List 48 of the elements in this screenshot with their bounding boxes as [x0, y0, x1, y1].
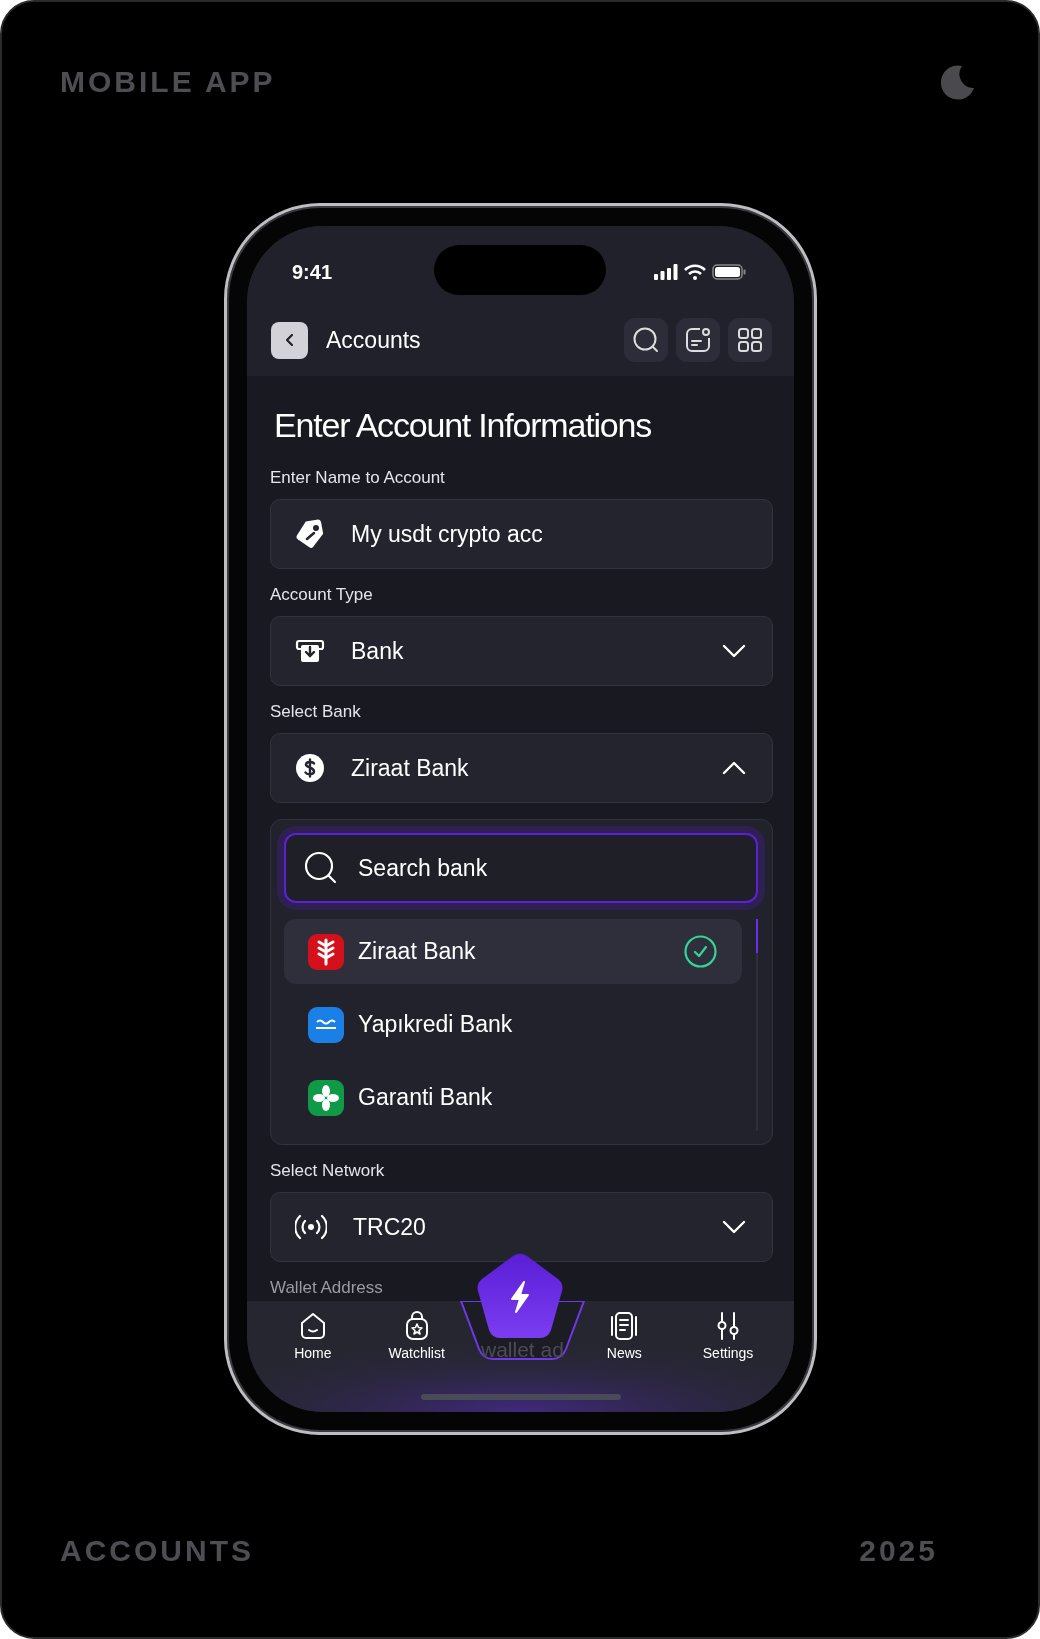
back-button[interactable]: [271, 321, 308, 359]
page-title: Accounts: [326, 326, 421, 354]
note-icon: [684, 326, 712, 354]
dollar-icon: [295, 753, 325, 783]
action-button[interactable]: [475, 1252, 565, 1338]
notes-button[interactable]: [676, 318, 720, 362]
field-value: Ziraat Bank: [351, 754, 469, 782]
tab-item[interactable]: Settings: [676, 1311, 780, 1361]
tab-item[interactable]: Watchlist: [364, 1311, 469, 1361]
select-field[interactable]: Ziraat Bank: [270, 733, 773, 803]
bank-option[interactable]: Yapıkredi Bank: [284, 992, 742, 1057]
tab-item[interactable]: Home: [261, 1311, 365, 1361]
field-label: Wallet Address: [270, 1277, 384, 1299]
select-field[interactable]: Bank: [270, 616, 773, 686]
search-icon: [304, 851, 338, 885]
form-title: Enter Account Informations: [274, 405, 653, 446]
search-icon: [632, 326, 660, 354]
battery-icon: [712, 264, 746, 280]
select-field[interactable]: TRC20: [270, 1192, 773, 1262]
newspaper-icon: [609, 1311, 640, 1341]
search-field[interactable]: Search bank: [284, 833, 758, 903]
input-field[interactable]: My usdt crypto acc: [270, 499, 773, 569]
grid-icon: [736, 326, 764, 354]
field-label: Select Bank: [270, 701, 362, 723]
tab-item[interactable]: News: [572, 1311, 677, 1361]
field-label: Select Network: [270, 1160, 386, 1182]
frame-footer: ACCOUNTS: [60, 1533, 254, 1569]
check-circle-icon: [684, 935, 717, 968]
status-time: 9:41: [292, 260, 333, 284]
chevron-down-icon: [722, 644, 746, 658]
bank-option[interactable]: Garanti Bank: [284, 1065, 742, 1130]
broadcast-icon: [295, 1212, 327, 1242]
bank-option[interactable]: Ziraat Bank: [284, 919, 742, 984]
chevron-up-icon: [722, 761, 746, 775]
field-value: My usdt crypto acc: [351, 520, 543, 548]
field-label: Account Type: [270, 584, 374, 606]
grid-button[interactable]: [728, 318, 772, 362]
frame-heading: MOBILE APP: [60, 64, 276, 100]
search-button[interactable]: [624, 318, 668, 362]
field-value: TRC20: [353, 1213, 426, 1241]
field-label: Enter Name to Account: [270, 467, 446, 489]
wifi-icon: [684, 264, 706, 280]
field-value: Bank: [351, 637, 404, 665]
wallet-address-field[interactable]: wallet ad: [481, 1339, 565, 1361]
signal-icon: [654, 264, 678, 280]
chevron-down-icon: [722, 1220, 746, 1234]
frame-year: 2025: [859, 1533, 938, 1569]
tag-icon: [295, 519, 325, 549]
